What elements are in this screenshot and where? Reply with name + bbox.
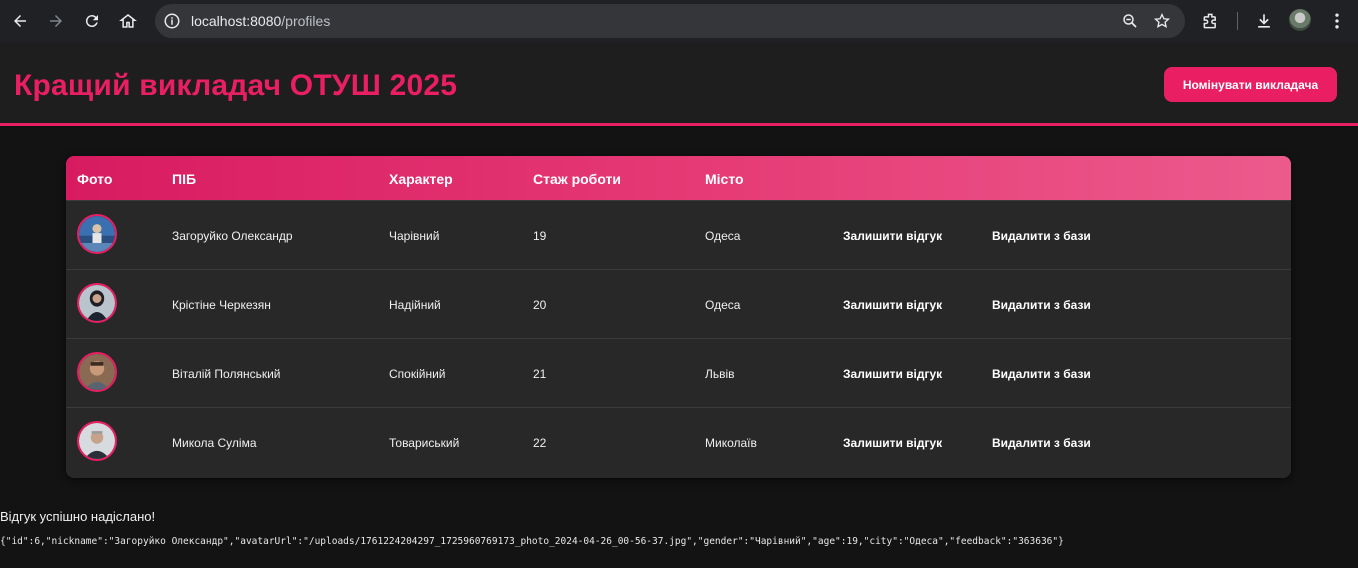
- character-cell: Спокійний: [389, 367, 446, 381]
- delete-from-db-link[interactable]: Видалити з бази: [992, 436, 1091, 450]
- city-cell: Львів: [705, 367, 735, 381]
- table-row: Микола Суліма Товариський 22 Миколаїв За…: [66, 407, 1291, 476]
- nominate-teacher-button[interactable]: Номінувати викладача: [1164, 67, 1337, 102]
- city-cell: Одеса: [705, 298, 741, 312]
- column-header-name: ПІБ: [172, 171, 197, 187]
- table-row: Віталій Полянський Спокійний 21 Львів За…: [66, 338, 1291, 407]
- experience-cell: 20: [533, 298, 547, 312]
- character-cell: Чарівний: [389, 229, 440, 243]
- name-cell: Загоруйко Олександр: [172, 229, 293, 243]
- leave-feedback-link[interactable]: Залишити відгук: [843, 229, 942, 243]
- home-icon[interactable]: [115, 8, 141, 34]
- back-icon[interactable]: [7, 8, 33, 34]
- browser-toolbar: localhost:8080/profiles: [0, 0, 1358, 42]
- address-bar[interactable]: localhost:8080/profiles: [155, 4, 1185, 38]
- column-header-photo: Фото: [77, 171, 113, 187]
- city-cell: Одеса: [705, 229, 741, 243]
- extensions-icon[interactable]: [1199, 9, 1223, 33]
- url-text: localhost:8080/profiles: [191, 13, 330, 29]
- profile-avatar[interactable]: [1289, 9, 1311, 31]
- name-cell: Микола Суліма: [172, 436, 257, 450]
- experience-cell: 22: [533, 436, 547, 450]
- column-header-city: Місто: [705, 171, 744, 187]
- experience-cell: 19: [533, 229, 547, 243]
- avatar: [77, 283, 117, 323]
- response-json-output: {"id":6,"nickname":"Загоруйко Олександр"…: [0, 536, 1064, 547]
- reload-icon[interactable]: [79, 8, 105, 34]
- table-header: Фото ПІБ Характер Стаж роботи Місто: [66, 156, 1291, 200]
- avatar: [77, 352, 117, 392]
- experience-cell: 21: [533, 367, 547, 381]
- avatar: [77, 214, 117, 254]
- toolbar-divider: [1237, 12, 1238, 30]
- leave-feedback-link[interactable]: Залишити відгук: [843, 298, 942, 312]
- profiles-table: Фото ПІБ Характер Стаж роботи Місто Заго…: [66, 156, 1291, 478]
- forward-icon[interactable]: [43, 8, 69, 34]
- download-icon[interactable]: [1252, 9, 1276, 33]
- column-header-experience: Стаж роботи: [533, 171, 621, 187]
- avatar: [77, 421, 117, 461]
- menu-icon[interactable]: [1325, 9, 1349, 33]
- delete-from-db-link[interactable]: Видалити з бази: [992, 298, 1091, 312]
- name-cell: Віталій Полянський: [172, 367, 281, 381]
- leave-feedback-link[interactable]: Залишити відгук: [843, 436, 942, 450]
- column-header-character: Характер: [389, 171, 453, 187]
- character-cell: Надійний: [389, 298, 441, 312]
- name-cell: Крістіне Черкезян: [172, 298, 271, 312]
- url-host: localhost:8080: [191, 13, 282, 29]
- delete-from-db-link[interactable]: Видалити з бази: [992, 229, 1091, 243]
- delete-from-db-link[interactable]: Видалити з бази: [992, 367, 1091, 381]
- status-message: Відгук успішно надіслано!: [0, 509, 156, 524]
- star-icon[interactable]: [1153, 12, 1171, 30]
- page-title: Кращий викладач ОТУШ 2025: [14, 69, 458, 102]
- city-cell: Миколаїв: [705, 436, 757, 450]
- character-cell: Товариський: [389, 436, 460, 450]
- leave-feedback-link[interactable]: Залишити відгук: [843, 367, 942, 381]
- info-icon[interactable]: [163, 12, 181, 30]
- url-path: /profiles: [281, 13, 331, 29]
- table-row: Крістіне Черкезян Надійний 20 Одеса Зали…: [66, 269, 1291, 338]
- page-header: Кращий викладач ОТУШ 2025 Номінувати вик…: [0, 42, 1358, 126]
- table-row: Загоруйко Олександр Чарівний 19 Одеса За…: [66, 200, 1291, 269]
- zoom-icon[interactable]: [1121, 12, 1139, 30]
